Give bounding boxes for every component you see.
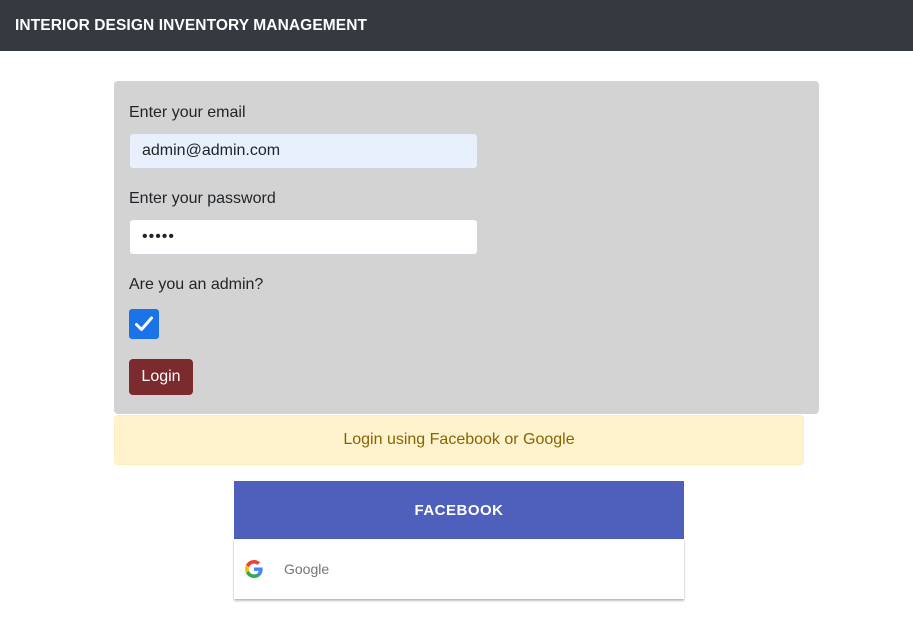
app-title[interactable]: INTERIOR DESIGN INVENTORY MANAGEMENT [15,17,367,35]
google-login-label: Google [284,561,330,577]
google-logo-icon [245,560,263,578]
email-input[interactable] [129,133,478,169]
social-login-alert-text: Login using Facebook or Google [343,431,575,448]
facebook-login-label: FACEBOOK [414,501,504,519]
email-label: Enter your email [129,104,246,121]
navbar: INTERIOR DESIGN INVENTORY MANAGEMENT [0,0,913,51]
password-input[interactable] [129,219,478,255]
login-button[interactable]: Login [129,359,193,395]
checkmark-icon [135,316,153,331]
login-form: Enter your email Enter your password Are… [114,81,819,414]
google-login-button[interactable]: Google [234,539,684,599]
facebook-login-button[interactable]: FACEBOOK [234,481,684,539]
admin-checkbox[interactable] [129,309,159,339]
admin-label: Are you an admin? [129,276,264,293]
password-label: Enter your password [129,190,276,207]
social-login-alert: Login using Facebook or Google [114,415,804,465]
